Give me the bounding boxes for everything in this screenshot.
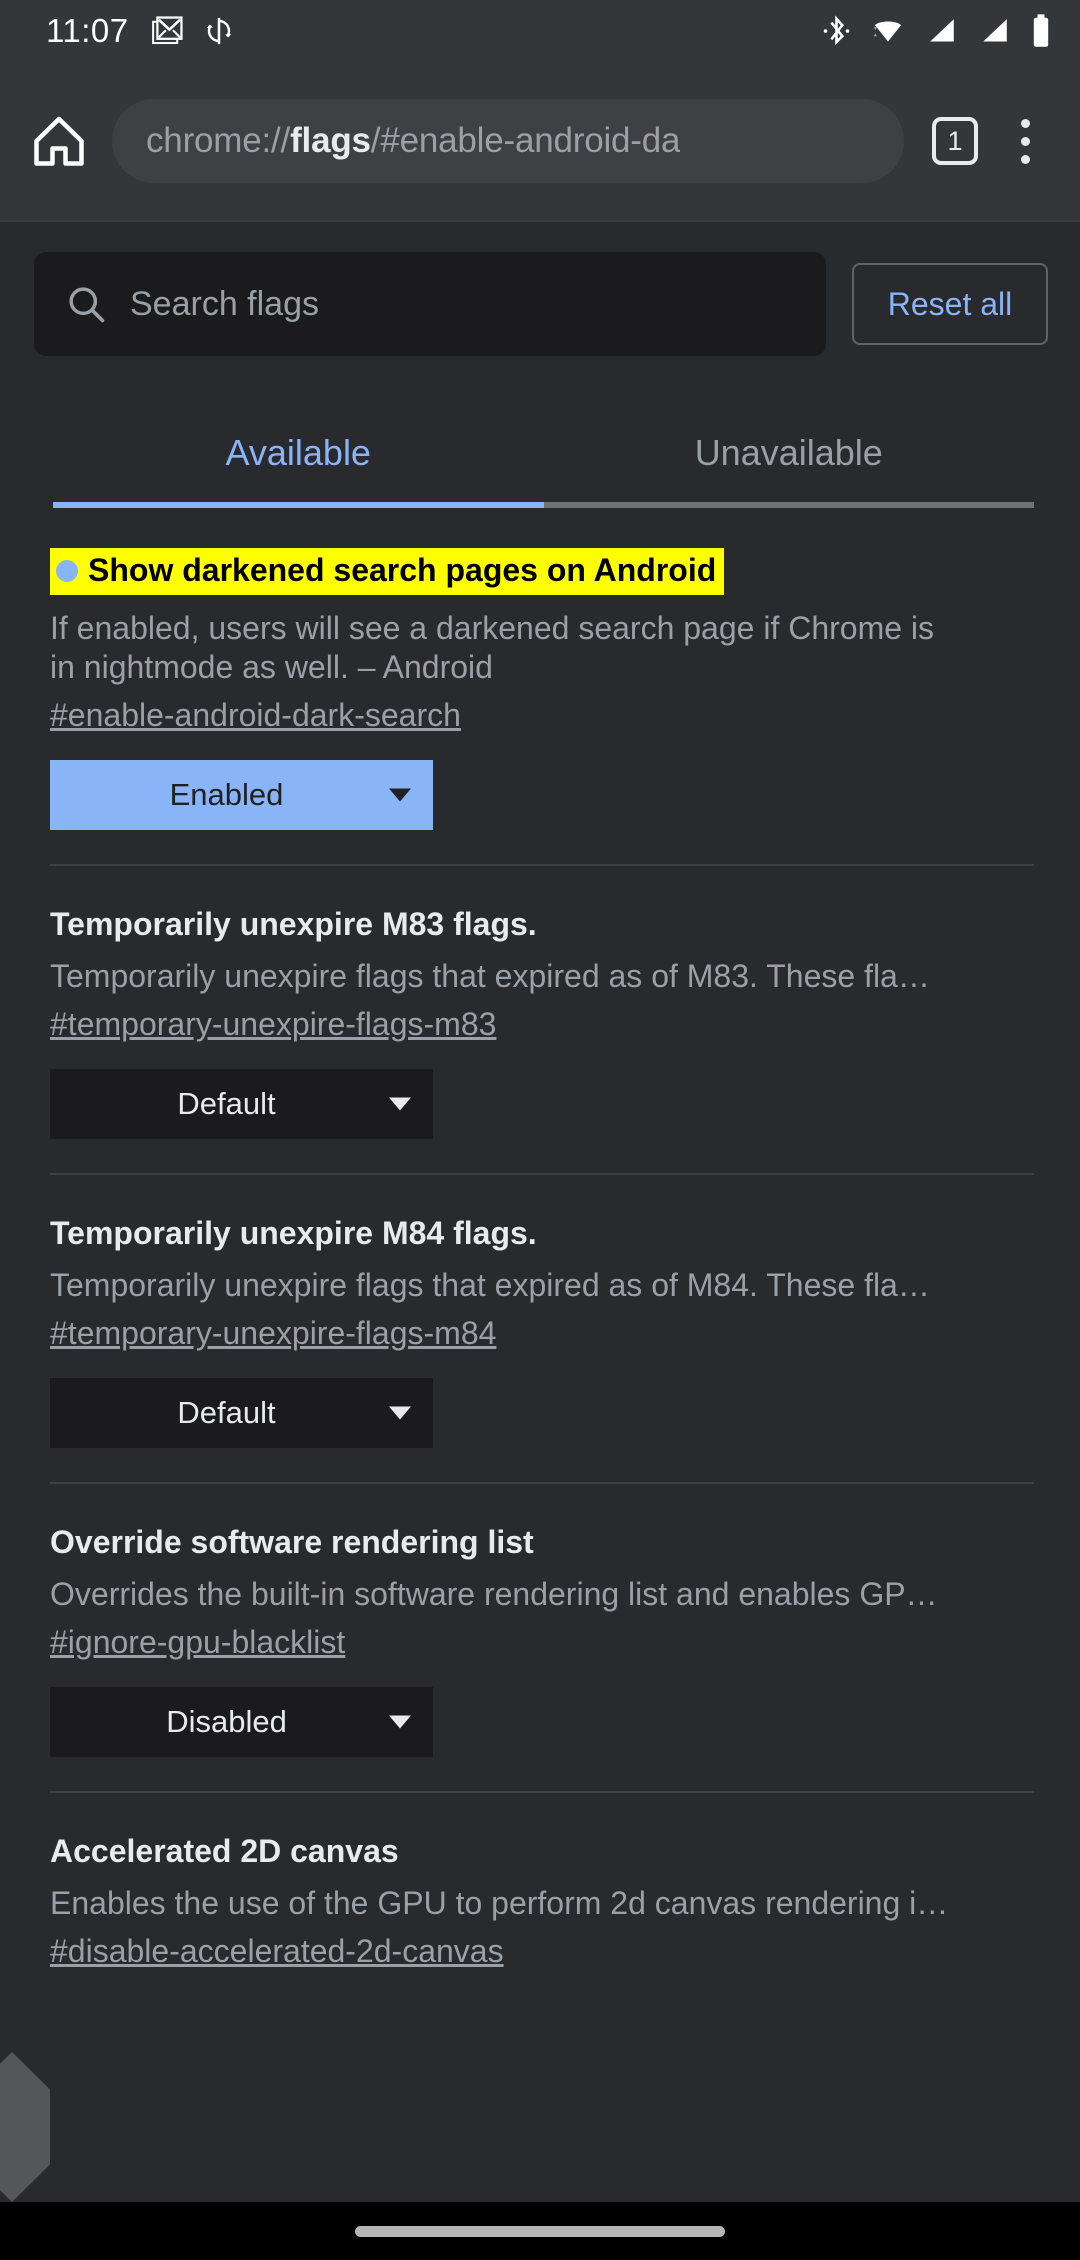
flag-state-value: Disabled xyxy=(166,1704,287,1740)
status-bar: 11:07 xyxy=(0,0,1080,62)
tab-counter-box: 1 xyxy=(932,117,978,165)
flag-state-select[interactable]: Disabled xyxy=(50,1687,433,1758)
flag-description: Temporarily unexpire flags that expired … xyxy=(50,958,930,995)
tabstrip-wrapper: Available Unavailable xyxy=(0,406,1080,508)
flag-title-text: Show darkened search pages on Android xyxy=(88,552,717,588)
tab-count-label: 1 xyxy=(947,125,963,156)
wifi-icon xyxy=(869,14,907,48)
gmail-icon xyxy=(151,14,185,48)
tab-switcher-button[interactable]: 1 xyxy=(918,104,992,178)
search-icon xyxy=(64,282,108,326)
omnibox[interactable]: chrome://flags/#enable-android-da xyxy=(112,99,904,183)
flag-entry: Override software rendering list Overrid… xyxy=(0,1484,1080,1758)
flag-title-text: Override software rendering list xyxy=(50,1524,534,1561)
overflow-menu-icon xyxy=(1020,118,1030,128)
browser-toolbar: chrome://flags/#enable-android-da 1 xyxy=(0,62,1080,220)
flag-state-select[interactable]: Default xyxy=(50,1069,433,1140)
battery-icon xyxy=(1030,13,1052,49)
flag-title-text: Temporarily unexpire M84 flags. xyxy=(50,1215,537,1252)
flag-entry: Accelerated 2D canvas Enables the use of… xyxy=(0,1793,1080,1970)
overflow-menu-icon-dot2 xyxy=(1020,136,1030,146)
url-host: flags xyxy=(290,121,371,160)
flag-permalink[interactable]: #enable-android-dark-search xyxy=(50,697,461,734)
home-indicator[interactable] xyxy=(355,2225,725,2237)
tab-available[interactable]: Available xyxy=(53,406,544,502)
android-chrome-flags-screen: 11:07 chrome://flags/#enable-android-da … xyxy=(0,0,1080,2260)
reset-all-label: Reset all xyxy=(887,285,1013,322)
flag-description: Enables the use of the GPU to perform 2d… xyxy=(50,1885,949,1922)
chevron-down-icon xyxy=(389,1097,411,1111)
flag-permalink[interactable]: #temporary-unexpire-flags-m84 xyxy=(50,1315,496,1352)
chevron-down-icon xyxy=(389,788,411,802)
signal-2-icon xyxy=(977,14,1013,48)
flag-permalink[interactable]: #ignore-gpu-blacklist xyxy=(50,1624,345,1661)
home-button[interactable] xyxy=(16,98,102,184)
tab-underline-track xyxy=(53,502,1034,508)
search-placeholder-text: Search flags xyxy=(130,284,319,323)
system-navigation-bar xyxy=(0,2202,1080,2260)
status-bar-notification-icons xyxy=(151,14,235,48)
flag-modified-dot-icon xyxy=(56,559,78,582)
flag-entry: Temporarily unexpire M83 flags. Temporar… xyxy=(0,866,1080,1140)
flag-entry: Temporarily unexpire M84 flags. Temporar… xyxy=(0,1175,1080,1449)
url-path: /#enable-android-da xyxy=(370,121,681,160)
status-bar-system-icons xyxy=(821,13,1052,49)
flag-entry: Show darkened search pages on Android If… xyxy=(0,508,1080,831)
flags-page: Search flags Reset all Available Unavail… xyxy=(0,220,1080,2260)
flag-state-value: Default xyxy=(177,1086,276,1122)
status-bar-clock: 11:07 xyxy=(46,12,129,49)
overflow-menu-icon-dot3 xyxy=(1020,154,1030,164)
flag-state-value: Enabled xyxy=(169,777,284,813)
bluetooth-icon xyxy=(821,14,852,48)
flag-state-select[interactable]: Enabled xyxy=(50,760,433,831)
overflow-menu-button[interactable] xyxy=(992,104,1058,178)
url-scheme: chrome:// xyxy=(146,121,291,160)
home-icon xyxy=(29,111,89,171)
tab-underline-indicator xyxy=(53,502,544,508)
flag-description: Temporarily unexpire flags that expired … xyxy=(50,1267,930,1304)
flag-state-value: Default xyxy=(177,1395,276,1431)
chevron-down-icon xyxy=(389,1406,411,1420)
flags-search-row: Search flags Reset all xyxy=(0,222,1080,384)
flag-state-select[interactable]: Default xyxy=(50,1378,433,1449)
flag-title-text: Temporarily unexpire M83 flags. xyxy=(50,906,537,943)
signal-1-icon xyxy=(924,14,960,48)
tab-unavailable[interactable]: Unavailable xyxy=(544,406,1035,502)
reset-all-button[interactable]: Reset all xyxy=(852,263,1048,345)
flag-title-highlighted: Show darkened search pages on Android xyxy=(50,548,725,595)
flag-title-text: Accelerated 2D canvas xyxy=(50,1833,399,1870)
sync-icon xyxy=(203,15,235,47)
flag-description: If enabled, users will see a darkened se… xyxy=(50,610,935,686)
chevron-down-icon xyxy=(389,1715,411,1729)
search-input[interactable]: Search flags xyxy=(34,252,826,356)
omnibox-url: chrome://flags/#enable-android-da xyxy=(146,121,680,161)
tabstrip: Available Unavailable xyxy=(53,406,1034,502)
flag-permalink[interactable]: #disable-accelerated-2d-canvas xyxy=(50,1933,504,1970)
flag-description: Overrides the built-in software renderin… xyxy=(50,1576,938,1613)
flags-list: Show darkened search pages on Android If… xyxy=(0,508,1080,1970)
flag-permalink[interactable]: #temporary-unexpire-flags-m83 xyxy=(50,1006,496,1043)
